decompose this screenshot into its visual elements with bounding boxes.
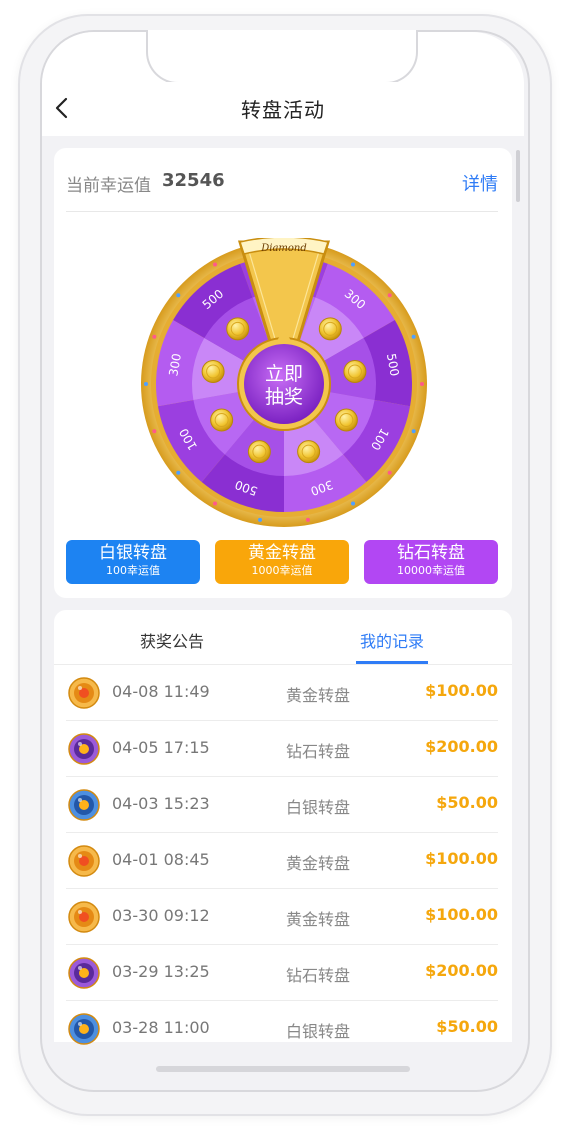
- record-row[interactable]: 04-01 08:45 黄金转盘 $100.00: [66, 833, 498, 889]
- scrollbar[interactable]: [516, 150, 520, 202]
- rim-light: [152, 429, 157, 434]
- spin-label-line2: 抽奖: [265, 386, 303, 408]
- tab-my-records[interactable]: 我的记录: [360, 628, 424, 652]
- diamond-medal-icon: [68, 733, 100, 765]
- luck-value: 32546: [162, 170, 225, 191]
- record-time: 03-28 11:00: [112, 1018, 210, 1037]
- record-amount: $50.00: [436, 793, 498, 812]
- diamond-wheel-cost: 10000幸运值: [397, 564, 465, 577]
- rim-light: [176, 470, 181, 475]
- coin-prize-icon: [297, 440, 321, 464]
- luck-label: 当前幸运值: [66, 176, 151, 196]
- gold-wheel-cost: 1000幸运值: [251, 564, 313, 577]
- rim-light: [411, 429, 416, 434]
- record-row[interactable]: 04-05 17:15 钻石转盘 $200.00: [66, 721, 498, 777]
- record-time: 04-08 11:49: [112, 682, 210, 701]
- luck-value-row: 当前幸运值 32546 详情: [66, 168, 498, 198]
- record-wheel-type: 黄金转盘: [286, 854, 351, 873]
- page-title: 转盘活动: [241, 98, 325, 122]
- record-row[interactable]: 03-29 13:25 钻石转盘 $200.00: [66, 945, 498, 1001]
- coin-prize-icon: [210, 408, 234, 432]
- home-indicator[interactable]: [156, 1066, 410, 1072]
- diamond-wheel-button[interactable]: 钻石转盘 10000幸运值: [364, 540, 498, 584]
- record-row[interactable]: 04-08 11:49 黄金转盘 $100.00: [66, 665, 498, 721]
- spin-label-line1: 立即: [265, 363, 303, 385]
- rim-light: [411, 334, 416, 339]
- gold-medal-icon: [68, 901, 100, 933]
- record-amount: $200.00: [425, 737, 498, 756]
- coin-prize-icon: [343, 359, 367, 383]
- rim-light: [305, 517, 310, 522]
- coin-prize-icon: [334, 408, 358, 432]
- record-amount: $200.00: [425, 961, 498, 980]
- silver-wheel-cost: 100幸运值: [106, 564, 160, 577]
- rim-light: [387, 293, 392, 298]
- record-amount: $100.00: [425, 905, 498, 924]
- record-wheel-type: 黄金转盘: [286, 910, 351, 929]
- gold-medal-icon: [68, 677, 100, 709]
- details-link[interactable]: 详情: [462, 170, 498, 196]
- rim-light: [176, 293, 181, 298]
- record-wheel-type: 白银转盘: [286, 1022, 351, 1041]
- records-list: 04-08 11:49 黄金转盘 $100.00 04-05 17:15 钻石转盘 $20…: [66, 665, 498, 1056]
- record-time: 04-01 08:45: [112, 850, 210, 869]
- tab-winning-announcements[interactable]: 获奖公告: [140, 628, 204, 652]
- rim-light: [213, 501, 217, 506]
- record-wheel-type: 黄金转盘: [286, 686, 351, 705]
- record-amount: $100.00: [425, 681, 498, 700]
- record-time: 04-03 15:23: [112, 794, 210, 813]
- wheel-brand-label: Diamond: [260, 243, 307, 254]
- silver-wheel-button[interactable]: 白银转盘 100幸运值: [66, 540, 200, 584]
- rim-light: [420, 382, 424, 386]
- silver-medal-icon: [68, 1013, 100, 1045]
- silver-medal-icon: [68, 789, 100, 821]
- record-wheel-type: 钻石转盘: [286, 742, 351, 761]
- divider: [66, 211, 498, 212]
- record-row[interactable]: 03-30 09:12 黄金转盘 $100.00: [66, 889, 498, 945]
- silver-wheel-label: 白银转盘: [99, 543, 167, 563]
- coin-prize-icon: [226, 317, 250, 341]
- rim-light: [387, 470, 392, 475]
- rim-light: [213, 262, 217, 267]
- record-row[interactable]: 03-28 11:00 白银转盘 $50.00: [66, 1001, 498, 1056]
- record-time: 03-29 13:25: [112, 962, 210, 981]
- rim-light: [351, 262, 355, 267]
- rim-light: [351, 501, 355, 506]
- record-wheel-type: 钻石转盘: [286, 966, 351, 985]
- coin-prize-icon: [318, 317, 342, 341]
- gold-wheel-label: 黄金转盘: [248, 543, 316, 563]
- coin-prize-icon: [247, 440, 271, 464]
- record-amount: $100.00: [425, 849, 498, 868]
- record-amount: $50.00: [436, 1017, 498, 1036]
- phone-notch: [146, 30, 418, 84]
- rim-light: [152, 334, 157, 339]
- gold-wheel-button[interactable]: 黄金转盘 1000幸运值: [215, 540, 349, 584]
- record-wheel-type: 白银转盘: [286, 798, 351, 817]
- diamond-wheel-label: 钻石转盘: [397, 543, 465, 563]
- diamond-medal-icon: [68, 957, 100, 989]
- gold-medal-icon: [68, 845, 100, 877]
- record-time: 03-30 09:12: [112, 906, 210, 925]
- prize-wheel[interactable]: 100300500100300500100300500 Diamond 立即 抽…: [136, 238, 432, 530]
- record-time: 04-05 17:15: [112, 738, 210, 757]
- record-row[interactable]: 04-03 15:23 白银转盘 $50.00: [66, 777, 498, 833]
- rim-light: [144, 382, 148, 386]
- coin-prize-icon: [201, 359, 225, 383]
- rim-light: [258, 517, 263, 522]
